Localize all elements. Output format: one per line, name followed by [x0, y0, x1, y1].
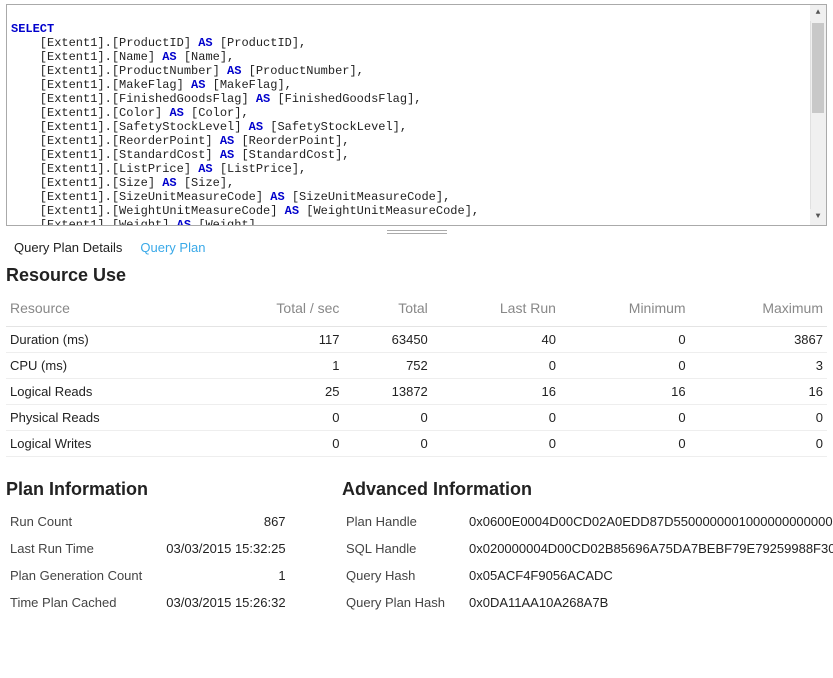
resource-cell-min: 0 — [560, 405, 690, 431]
resource-cell-last_run: 40 — [432, 327, 560, 353]
resource-cell-max: 16 — [690, 379, 827, 405]
resource-header-row: Resource Total / sec Total Last Run Mini… — [6, 294, 827, 327]
adv-info-value: 0x020000004D00CD02B85696A75DA7BEBF79E792… — [465, 535, 833, 562]
resource-cell-min: 0 — [560, 353, 690, 379]
plan-info-row: Time Plan Cached03/03/2015 15:26:32 — [6, 589, 290, 616]
resource-use-heading: Resource Use — [6, 265, 827, 286]
adv-info-row: Plan Handle0x0600E0004D00CD02A0EDD87D550… — [342, 508, 833, 535]
table-row: Duration (ms)117634504003867 — [6, 327, 827, 353]
resource-cell-name: Logical Reads — [6, 379, 201, 405]
resource-cell-max: 0 — [690, 405, 827, 431]
scroll-thumb[interactable] — [812, 23, 824, 113]
resource-cell-max: 3 — [690, 353, 827, 379]
resource-cell-total: 63450 — [343, 327, 431, 353]
header-total-sec: Total / sec — [201, 294, 343, 327]
advanced-info-table: Plan Handle0x0600E0004D00CD02A0EDD87D550… — [342, 508, 833, 616]
resource-cell-total: 13872 — [343, 379, 431, 405]
plan-info-value: 867 — [162, 508, 289, 535]
resource-cell-total_sec: 0 — [201, 431, 343, 457]
adv-info-key: Query Hash — [342, 562, 465, 589]
header-maximum: Maximum — [690, 294, 827, 327]
code-scrollbar[interactable]: ▲ ▼ — [810, 5, 826, 225]
header-total: Total — [343, 294, 431, 327]
resource-cell-min: 0 — [560, 431, 690, 457]
header-last-run: Last Run — [432, 294, 560, 327]
sql-lines: [Extent1].[ProductID] AS [ProductID], [E… — [11, 36, 822, 226]
adv-info-key: SQL Handle — [342, 535, 465, 562]
sql-keyword-select: SELECT — [11, 22, 54, 36]
tab-query-plan-details[interactable]: Query Plan Details — [14, 240, 122, 255]
resource-cell-total_sec: 1 — [201, 353, 343, 379]
plan-info-row: Run Count867 — [6, 508, 290, 535]
resource-cell-total: 752 — [343, 353, 431, 379]
table-row: CPU (ms)1752003 — [6, 353, 827, 379]
plan-info-value: 1 — [162, 562, 289, 589]
table-row: Physical Reads00000 — [6, 405, 827, 431]
tab-bar: Query Plan Details Query Plan — [6, 238, 827, 261]
header-minimum: Minimum — [560, 294, 690, 327]
resource-cell-last_run: 0 — [432, 431, 560, 457]
plan-info-key: Plan Generation Count — [6, 562, 162, 589]
tab-query-plan[interactable]: Query Plan — [140, 240, 205, 255]
table-row: Logical Reads2513872161616 — [6, 379, 827, 405]
plan-info-key: Run Count — [6, 508, 162, 535]
resource-cell-name: Logical Writes — [6, 431, 201, 457]
resource-cell-total_sec: 117 — [201, 327, 343, 353]
plan-info-row: Plan Generation Count1 — [6, 562, 290, 589]
plan-info-key: Time Plan Cached — [6, 589, 162, 616]
splitter[interactable] — [6, 226, 827, 238]
plan-info-table: Run Count867Last Run Time03/03/2015 15:3… — [6, 508, 290, 616]
scroll-down-icon[interactable]: ▼ — [810, 209, 826, 225]
adv-info-row: Query Plan Hash0x0DA11AA10A268A7B — [342, 589, 833, 616]
advanced-info-heading: Advanced Information — [342, 479, 833, 500]
plan-info-heading: Plan Information — [6, 479, 306, 500]
header-resource: Resource — [6, 294, 201, 327]
resource-cell-max: 3867 — [690, 327, 827, 353]
splitter-grip-icon — [387, 230, 447, 234]
plan-info-value: 03/03/2015 15:26:32 — [162, 589, 289, 616]
resource-cell-max: 0 — [690, 431, 827, 457]
adv-info-value: 0x05ACF4F9056ACADC — [465, 562, 833, 589]
adv-info-value: 0x0DA11AA10A268A7B — [465, 589, 833, 616]
resource-table: Resource Total / sec Total Last Run Mini… — [6, 294, 827, 457]
resource-cell-last_run: 0 — [432, 353, 560, 379]
resource-cell-min: 16 — [560, 379, 690, 405]
adv-info-row: Query Hash0x05ACF4F9056ACADC — [342, 562, 833, 589]
plan-info-key: Last Run Time — [6, 535, 162, 562]
resource-cell-last_run: 16 — [432, 379, 560, 405]
resource-cell-min: 0 — [560, 327, 690, 353]
adv-info-key: Plan Handle — [342, 508, 465, 535]
plan-info-row: Last Run Time03/03/2015 15:32:25 — [6, 535, 290, 562]
resource-cell-last_run: 0 — [432, 405, 560, 431]
resource-cell-name: Duration (ms) — [6, 327, 201, 353]
table-row: Logical Writes00000 — [6, 431, 827, 457]
scroll-up-icon[interactable]: ▲ — [810, 5, 826, 21]
resource-cell-name: CPU (ms) — [6, 353, 201, 379]
resource-cell-total_sec: 0 — [201, 405, 343, 431]
sql-code-box[interactable]: SELECT [Extent1].[ProductID] AS [Product… — [6, 4, 827, 226]
resource-cell-total_sec: 25 — [201, 379, 343, 405]
adv-info-value: 0x0600E0004D00CD02A0EDD87D55000000010000… — [465, 508, 833, 535]
resource-cell-name: Physical Reads — [6, 405, 201, 431]
plan-info-value: 03/03/2015 15:32:25 — [162, 535, 289, 562]
resource-cell-total: 0 — [343, 431, 431, 457]
adv-info-key: Query Plan Hash — [342, 589, 465, 616]
resource-cell-total: 0 — [343, 405, 431, 431]
adv-info-row: SQL Handle0x020000004D00CD02B85696A75DA7… — [342, 535, 833, 562]
